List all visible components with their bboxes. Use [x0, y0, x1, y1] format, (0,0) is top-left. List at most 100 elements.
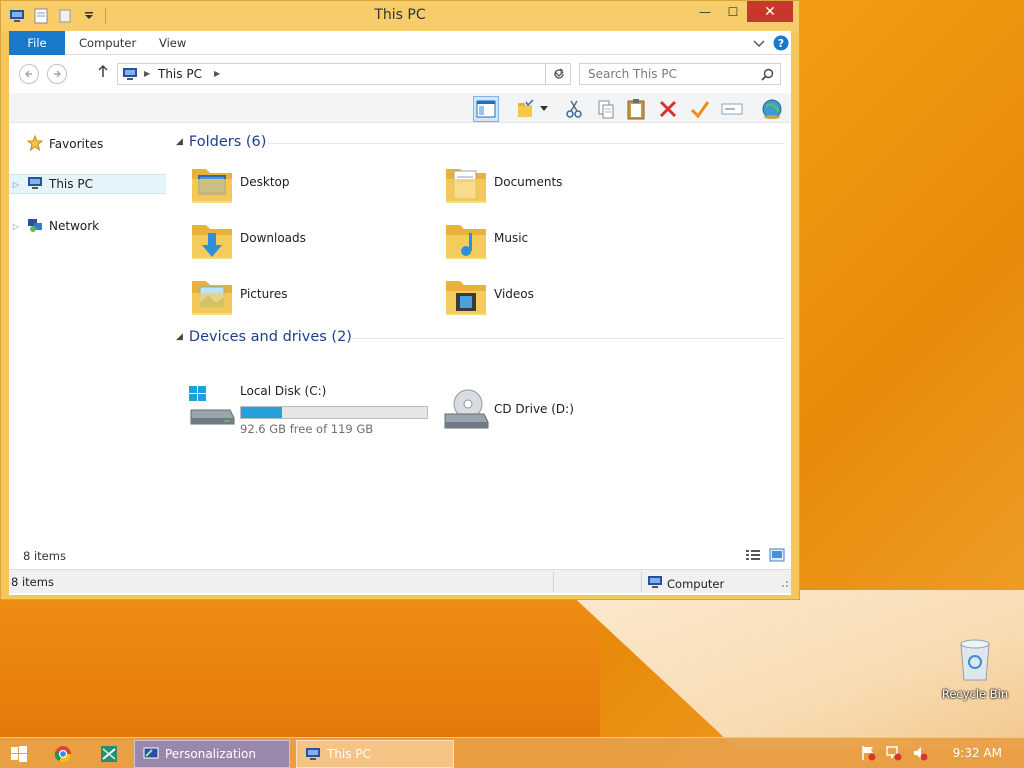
- tab-file[interactable]: File: [9, 31, 65, 55]
- nav-label-network: Network: [49, 219, 100, 233]
- nav-label-favorites: Favorites: [49, 137, 104, 151]
- drive-tile-c[interactable]: Local Disk (C:) 92.6 GB free of 119 GB: [188, 384, 428, 436]
- breadcrumb-chevron-icon[interactable]: ▶: [144, 69, 150, 78]
- folder-label-documents: Documents: [494, 175, 563, 189]
- ribbon-tabs: File Computer View ?: [9, 31, 791, 55]
- accept-button[interactable]: [687, 96, 713, 122]
- local-disk-icon: [189, 386, 235, 425]
- folder-tile-videos[interactable]: Videos: [442, 271, 682, 323]
- checkmark-icon: [690, 101, 710, 119]
- up-button[interactable]: [95, 64, 111, 84]
- windows-logo-icon: [11, 746, 27, 762]
- system-tray: [860, 745, 928, 764]
- globe-icon: [762, 99, 782, 119]
- star-icon: [26, 134, 44, 154]
- taskbar-app-label: Personalization: [165, 747, 256, 761]
- action-center-flag-icon[interactable]: [860, 745, 876, 764]
- address-bar[interactable]: ▶ This PC ▶: [117, 63, 571, 85]
- group-divider: [350, 338, 785, 339]
- nav-item-favorites[interactable]: Favorites: [9, 134, 166, 154]
- tab-view[interactable]: View: [145, 31, 200, 55]
- drives-group-header[interactable]: ◢ Devices and drives (2): [176, 329, 352, 345]
- select-folder-button[interactable]: [513, 96, 539, 122]
- up-arrow-icon: [98, 64, 108, 77]
- network-globe-button[interactable]: [759, 96, 785, 122]
- start-button[interactable]: [6, 740, 32, 768]
- search-box[interactable]: Search This PC: [579, 63, 781, 85]
- maximize-button[interactable]: ☐: [719, 1, 747, 22]
- documents-folder-icon: [446, 169, 486, 203]
- chrome-taskbar-button[interactable]: [50, 740, 76, 768]
- app-taskbar-button[interactable]: [96, 740, 122, 768]
- taskbar-app-label: This PC: [327, 747, 371, 761]
- expand-ribbon-icon[interactable]: [753, 38, 765, 52]
- taskbar-app-this-pc[interactable]: This PC: [296, 740, 454, 768]
- chrome-icon: [54, 746, 72, 763]
- folder-tile-desktop[interactable]: Desktop: [188, 159, 428, 211]
- computer-icon: [647, 575, 663, 592]
- nav-item-network[interactable]: ▷ Network: [9, 216, 166, 236]
- close-button[interactable]: ✕: [747, 1, 793, 22]
- status-separator: [553, 572, 554, 592]
- folder-tile-documents[interactable]: Documents: [442, 159, 682, 211]
- folder-tile-music[interactable]: Music: [442, 215, 682, 267]
- window-title: This PC: [374, 7, 426, 23]
- videos-folder-icon: [446, 281, 486, 315]
- refresh-icon: [553, 68, 564, 79]
- back-button[interactable]: [19, 64, 39, 84]
- folder-label-downloads: Downloads: [240, 231, 306, 245]
- status-separator: [641, 572, 642, 592]
- taskbar-app-personalization[interactable]: Personalization: [134, 740, 290, 768]
- copy-button[interactable]: [593, 96, 619, 122]
- refresh-button[interactable]: [545, 64, 571, 84]
- cut-button[interactable]: [561, 96, 587, 122]
- search-icon[interactable]: [761, 68, 774, 84]
- folders-group-header[interactable]: ◢ Folders (6): [176, 134, 266, 150]
- cd-drive-icon: [444, 389, 489, 429]
- explorer-window: This PC — ☐ ✕ File Computer View ? ▶ Thi…: [0, 0, 800, 600]
- tab-computer[interactable]: Computer: [65, 31, 150, 55]
- drive-label-d: CD Drive (D:): [494, 402, 574, 416]
- folder-label-videos: Videos: [494, 287, 534, 301]
- status-location: Computer: [647, 575, 724, 592]
- minimize-button[interactable]: —: [691, 1, 719, 22]
- folder-tile-downloads[interactable]: Downloads: [188, 215, 428, 267]
- dropdown-arrow-icon: [540, 106, 548, 111]
- folders-header-text: Folders (6): [188, 134, 267, 150]
- title-bar[interactable]: This PC — ☐ ✕: [1, 1, 799, 31]
- drive-tile-d[interactable]: CD Drive (D:): [442, 386, 682, 438]
- breadcrumb-this-pc[interactable]: This PC: [158, 67, 202, 81]
- wallpaper-shadow: [0, 600, 600, 740]
- delete-button[interactable]: [655, 96, 681, 122]
- select-dropdown-button[interactable]: [537, 96, 551, 122]
- help-icon[interactable]: ?: [773, 35, 789, 54]
- recycle-bin[interactable]: Recycle Bin: [940, 636, 1010, 701]
- volume-muted-icon[interactable]: [912, 745, 928, 764]
- large-icons-view-icon[interactable]: [769, 548, 785, 565]
- taskbar-clock[interactable]: 9:32 AM: [953, 746, 1002, 760]
- details-view-icon[interactable]: [745, 548, 761, 565]
- folder-label-music: Music: [494, 231, 529, 245]
- folder-label-desktop: Desktop: [240, 175, 290, 189]
- content-pane: ◢ Folders (6) Desktop Documents Download…: [166, 124, 791, 564]
- nav-item-this-pc[interactable]: ▷ This PC: [9, 174, 166, 194]
- resize-grip-icon[interactable]: [779, 577, 789, 591]
- folder-check-icon: [518, 99, 534, 117]
- view-switcher: [745, 548, 785, 565]
- paste-button[interactable]: [623, 96, 649, 122]
- collapse-triangle-icon[interactable]: ◢: [176, 332, 183, 342]
- expand-this-pc-icon[interactable]: ▷: [9, 180, 23, 189]
- status-location-label: Computer: [667, 576, 725, 591]
- network-tray-icon[interactable]: [886, 745, 902, 764]
- folder-tile-pictures[interactable]: Pictures: [188, 271, 428, 323]
- network-icon: [27, 217, 43, 236]
- drive-usage-fill: [241, 407, 282, 418]
- expand-network-icon[interactable]: ▷: [9, 222, 23, 231]
- forward-button[interactable]: [47, 64, 67, 84]
- breadcrumb-chevron-icon[interactable]: ▶: [214, 69, 220, 78]
- collapse-triangle-icon[interactable]: ◢: [176, 137, 183, 147]
- rename-button[interactable]: [719, 96, 745, 122]
- preview-pane-button[interactable]: [473, 96, 499, 122]
- folder-label-pictures: Pictures: [240, 287, 288, 301]
- personalization-icon: [143, 747, 159, 759]
